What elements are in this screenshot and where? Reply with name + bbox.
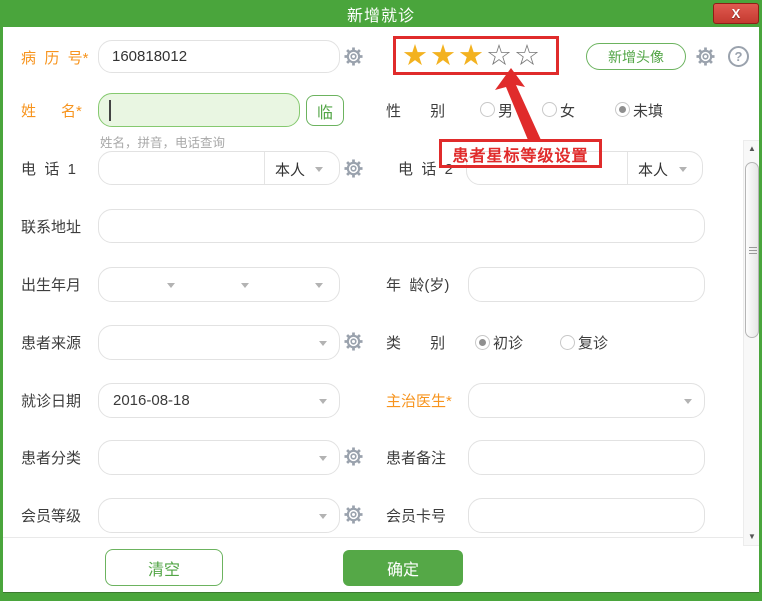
member-level-dropdown[interactable] (98, 498, 340, 533)
footer-divider (3, 537, 743, 538)
visit-date-dropdown[interactable]: 2016-08-18 (98, 383, 340, 418)
annotation-box: 患者星标等级设置 (439, 139, 602, 168)
birth-day-chevron-down-icon[interactable] (315, 283, 323, 288)
name-search-hint: 姓名，拼音，电话查询 (100, 132, 225, 151)
gender-female-radio[interactable] (542, 102, 557, 117)
category-return-visit-radio[interactable] (560, 335, 575, 350)
birth-month-chevron-down-icon[interactable] (241, 283, 249, 288)
phone2-relation-chevron-down-icon[interactable] (679, 167, 687, 172)
member-level-chevron-down-icon (319, 514, 327, 519)
dialog-title: 新增就诊 (347, 2, 415, 26)
visit-date-value: 2016-08-18 (113, 392, 190, 409)
source-settings-gear-icon[interactable] (343, 331, 364, 352)
member-level-label: 会员等级 (21, 498, 81, 533)
phone1-combo: 本人 (98, 151, 340, 185)
source-label: 患者来源 (21, 325, 81, 360)
birth-year-chevron-down-icon[interactable] (167, 283, 175, 288)
gender-unknown-option[interactable]: 未填 (633, 93, 663, 127)
patient-class-chevron-down-icon (319, 456, 327, 461)
category-label: 类 别 (386, 325, 445, 360)
patient-class-settings-gear-icon[interactable] (343, 446, 364, 467)
patient-note-label: 患者备注 (386, 440, 446, 475)
address-label: 联系地址 (21, 209, 81, 243)
confirm-button[interactable]: 确定 (343, 550, 463, 586)
phone1-relation-chevron-down-icon[interactable] (315, 167, 323, 172)
clear-button[interactable]: 清空 (105, 549, 223, 586)
temp-patient-button[interactable]: 临 (306, 95, 344, 126)
birth-date-dropdowns[interactable] (98, 267, 340, 302)
record-no-input[interactable] (98, 40, 340, 73)
member-level-settings-gear-icon[interactable] (343, 504, 364, 525)
record-settings-gear-icon[interactable] (343, 46, 364, 67)
doctor-dropdown[interactable] (468, 383, 705, 418)
doctor-label: 主治医生* (386, 383, 452, 418)
patient-note-input[interactable] (468, 440, 705, 475)
category-first-visit-option[interactable]: 初诊 (493, 325, 523, 360)
source-dropdown[interactable] (98, 325, 340, 360)
close-icon: X (732, 6, 741, 21)
source-chevron-down-icon (319, 341, 327, 346)
scroll-down-icon[interactable]: ▼ (744, 531, 760, 543)
gender-female-option[interactable]: 女 (560, 93, 575, 127)
star-rating[interactable]: ★★★ ☆☆ (393, 36, 559, 75)
gender-male-radio[interactable] (480, 102, 495, 117)
window-bottom-border (0, 592, 762, 601)
name-label: 姓 名* (21, 93, 82, 127)
help-icon[interactable]: ? (728, 46, 749, 67)
category-first-visit-radio[interactable] (475, 335, 490, 350)
close-button[interactable]: X (713, 3, 759, 24)
gender-male-option[interactable]: 男 (498, 93, 513, 127)
doctor-chevron-down-icon (684, 399, 692, 404)
empty-stars-icon: ☆☆ (486, 41, 542, 71)
text-cursor (109, 100, 111, 121)
phone-settings-gear-icon[interactable] (343, 158, 364, 179)
member-card-input[interactable] (468, 498, 705, 533)
visit-date-label: 就诊日期 (21, 383, 81, 418)
age-label: 年 龄(岁) (386, 267, 449, 302)
phone1-input[interactable] (101, 153, 261, 183)
visit-date-chevron-down-icon (319, 399, 327, 404)
phone1-relation-value: 本人 (275, 159, 305, 180)
scrollbar[interactable]: ▲ ▼ (743, 140, 761, 546)
phone2-relation-value: 本人 (638, 159, 668, 180)
scrollbar-grip (749, 247, 757, 255)
address-input[interactable] (98, 209, 705, 243)
filled-stars-icon: ★★★ (402, 41, 486, 71)
scrollbar-thumb[interactable] (745, 162, 759, 338)
category-return-visit-option[interactable]: 复诊 (578, 325, 608, 360)
header-settings-gear-icon[interactable] (695, 46, 716, 67)
add-avatar-button[interactable]: 新增头像 (586, 43, 686, 70)
scroll-up-icon[interactable]: ▲ (744, 143, 760, 155)
title-bar: 新增就诊 (0, 0, 762, 27)
birth-label: 出生年月 (21, 267, 81, 302)
patient-class-label: 患者分类 (21, 440, 81, 475)
annotation-text: 患者星标等级设置 (452, 142, 588, 166)
age-input[interactable] (468, 267, 705, 302)
phone1-label: 电 话 1 (21, 151, 76, 185)
gender-label: 性 别 (386, 93, 445, 127)
patient-class-dropdown[interactable] (98, 440, 340, 475)
member-card-label: 会员卡号 (386, 498, 446, 533)
name-input[interactable] (98, 93, 300, 127)
record-no-label: 病 历 号* (21, 40, 89, 74)
gender-unknown-radio[interactable] (615, 102, 630, 117)
new-visit-dialog: 新增就诊 X 病 历 号* ★★★ ☆☆ 新增头像 ? 姓 名* 临 性 别 男… (0, 0, 762, 601)
